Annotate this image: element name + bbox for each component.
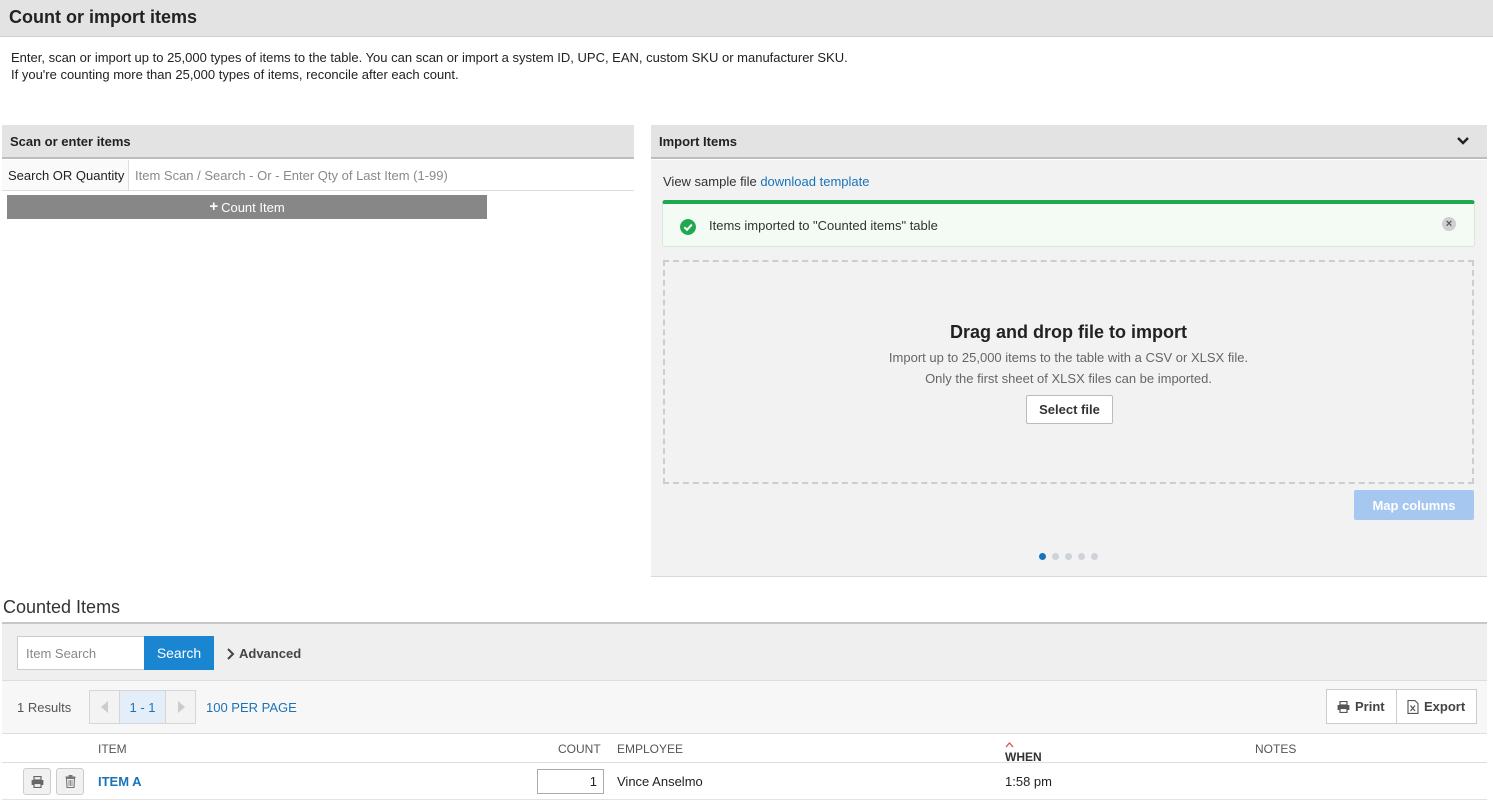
count-item-label: Count Item (221, 199, 285, 215)
import-panel-header[interactable]: Import Items (651, 125, 1487, 159)
scan-row: Search OR Quantity (2, 160, 634, 191)
page-range[interactable]: 1 - 1 (119, 691, 166, 723)
dropzone-hint-1: Import up to 25,000 items to the table w… (888, 350, 1249, 365)
col-item[interactable]: ITEM (98, 742, 127, 756)
counted-items-table: Search Advanced 1 Results 1 - 1 100 PER … (2, 622, 1487, 800)
sample-file-label: View sample file (663, 174, 757, 189)
counted-items-title: Counted Items (3, 597, 121, 617)
step-dot[interactable] (1039, 553, 1046, 560)
next-page-button[interactable] (166, 691, 195, 723)
plus-icon: + (209, 198, 219, 215)
col-notes[interactable]: NOTES (1255, 742, 1296, 756)
step-dot[interactable] (1065, 553, 1072, 560)
item-search-input[interactable] (17, 636, 144, 670)
table-row: ITEM A Vince Anselmo 1:58 pm (2, 764, 1487, 800)
chevron-right-icon (227, 647, 235, 660)
pager-bar: 1 Results 1 - 1 100 PER PAGE Print Expor… (2, 681, 1487, 734)
file-dropzone[interactable]: Drag and drop file to import Import up t… (663, 260, 1474, 484)
check-circle-icon (680, 219, 696, 235)
download-template-link[interactable]: download template (760, 174, 869, 189)
prev-page-button[interactable] (90, 691, 119, 723)
col-when-label: WHEN (1005, 750, 1042, 764)
employee-cell: Vince Anselmo (617, 774, 703, 789)
step-dot[interactable] (1078, 553, 1085, 560)
scan-field-label: Search OR Quantity (2, 160, 129, 190)
import-success-alert: Items imported to "Counted items" table … (662, 200, 1475, 247)
results-count: 1 Results (17, 700, 72, 715)
import-panel-body: View sample file download template Items… (651, 160, 1487, 577)
row-print-button[interactable] (23, 768, 51, 795)
trash-icon (65, 775, 75, 788)
chevron-down-icon[interactable] (1456, 134, 1470, 148)
per-page-selector[interactable]: 100 PER PAGE (206, 700, 297, 715)
intro-line-2: If you're counting more than 25,000 type… (11, 67, 459, 82)
table-header: ITEM COUNT EMPLOYEE WHEN NOTES (2, 734, 1487, 764)
page-title: Count or import items (9, 7, 197, 27)
close-icon[interactable]: × (1442, 217, 1456, 231)
row-delete-button[interactable] (56, 768, 84, 795)
when-cell: 1:58 pm (1005, 774, 1052, 789)
dropzone-hint-2: Only the first sheet of XLSX files can b… (925, 371, 1212, 386)
select-file-button[interactable]: Select file (1026, 395, 1113, 424)
print-label: Print (1355, 699, 1385, 714)
print-button[interactable]: Print (1326, 689, 1397, 724)
step-dot[interactable] (1091, 553, 1098, 560)
col-count[interactable]: COUNT (558, 742, 601, 756)
printer-icon (1337, 700, 1350, 713)
search-button[interactable]: Search (144, 636, 214, 670)
count-input[interactable] (537, 769, 604, 794)
pagination: 1 - 1 (89, 690, 196, 724)
item-link[interactable]: ITEM A (98, 774, 142, 789)
scan-panel-header: Scan or enter items (2, 125, 634, 159)
intro-text: Enter, scan or import up to 25,000 types… (11, 49, 848, 83)
excel-file-icon (1407, 699, 1419, 714)
col-employee[interactable]: EMPLOYEE (617, 742, 683, 756)
alert-message: Items imported to "Counted items" table (709, 218, 938, 233)
printer-icon (31, 775, 43, 788)
search-bar: Search Advanced (2, 624, 1487, 681)
intro-line-1: Enter, scan or import up to 25,000 types… (11, 50, 848, 65)
export-label: Export (1424, 699, 1466, 714)
caret-left-icon (100, 701, 108, 713)
count-item-button[interactable]: + Count Item (7, 195, 487, 219)
sample-file-text: View sample file download template (663, 174, 869, 189)
map-columns-button[interactable]: Map columns (1354, 490, 1474, 520)
export-button[interactable]: Export (1396, 689, 1477, 724)
page-header: Count or import items (0, 0, 1493, 37)
sort-asc-icon (1005, 742, 1014, 748)
col-when[interactable]: WHEN (1005, 742, 1042, 764)
step-dot[interactable] (1052, 553, 1059, 560)
dropzone-title: Drag and drop file to import (950, 322, 1187, 342)
caret-right-icon (177, 701, 185, 713)
scan-panel-title: Scan or enter items (10, 134, 131, 149)
step-dots (1039, 553, 1098, 560)
item-scan-input[interactable] (130, 160, 634, 190)
import-panel-title: Import Items (659, 134, 738, 149)
advanced-label: Advanced (239, 646, 302, 661)
advanced-toggle[interactable]: Advanced (226, 646, 301, 661)
